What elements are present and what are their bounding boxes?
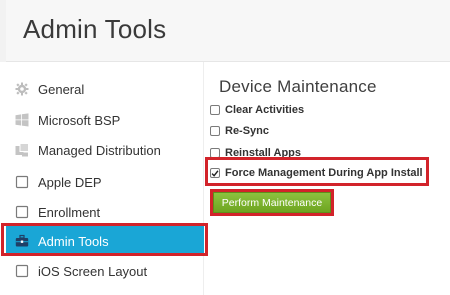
- page-title: Admin Tools: [23, 14, 167, 44]
- checkbox[interactable]: [210, 126, 220, 136]
- sidebar-item-label: Apple DEP: [38, 174, 102, 190]
- sidebar-item-label: Admin Tools: [38, 233, 109, 249]
- sidebar-item-label: Managed Distribution: [38, 142, 161, 158]
- sidebar-item-label: Microsoft BSP: [38, 112, 121, 128]
- page-header: Admin Tools: [6, 0, 450, 62]
- option-reinstall-apps[interactable]: Reinstall Apps: [210, 145, 301, 161]
- sidebar-item-label: Enrollment: [38, 204, 101, 220]
- gear-icon: [15, 82, 29, 96]
- option-label: Reinstall Apps: [225, 147, 301, 159]
- checkbox[interactable]: [210, 148, 220, 158]
- sidebar-item-managed-distribution[interactable]: Managed Distribution: [6, 135, 204, 165]
- sidebar-item-label: General: [38, 81, 85, 97]
- sidebar-item-enrollment[interactable]: Enrollment: [6, 197, 204, 227]
- windows-icon: [15, 113, 29, 127]
- sidebar-item-microsoft-bsp[interactable]: Microsoft BSP: [6, 105, 204, 135]
- option-label: Clear Activities: [225, 104, 305, 116]
- managed-distribution-icon: [15, 143, 29, 157]
- option-label: Re-Sync: [225, 125, 270, 137]
- sidebar-item-general[interactable]: General: [6, 74, 204, 104]
- checkbox[interactable]: [210, 105, 220, 115]
- sidebar-item-admin-tools[interactable]: Admin Tools: [6, 226, 204, 256]
- sidebar: General Microsoft BSP Managed Distributi…: [0, 62, 204, 295]
- perform-maintenance-button[interactable]: Perform Maintenance: [213, 192, 331, 213]
- checkbox-checked[interactable]: [210, 168, 220, 178]
- toolbox-icon: [15, 234, 29, 248]
- option-force-management[interactable]: Force Management During App Install: [210, 165, 423, 181]
- option-label: Force Management During App Install: [225, 167, 423, 179]
- square-icon: [15, 175, 29, 189]
- option-clear-activities[interactable]: Clear Activities: [210, 102, 304, 118]
- square-icon: [15, 205, 29, 219]
- sidebar-item-apple-dep[interactable]: Apple DEP: [6, 167, 204, 197]
- section-title: Device Maintenance: [219, 77, 377, 96]
- admin-tools-window: Admin Tools General Microsoft BSP Manage…: [0, 0, 450, 295]
- square-icon: [15, 264, 29, 278]
- option-re-sync[interactable]: Re-Sync: [210, 123, 269, 139]
- checkmark-icon: [211, 169, 219, 177]
- sidebar-item-ios-screen-layout[interactable]: iOS Screen Layout: [6, 256, 204, 286]
- sidebar-item-label: iOS Screen Layout: [38, 263, 148, 279]
